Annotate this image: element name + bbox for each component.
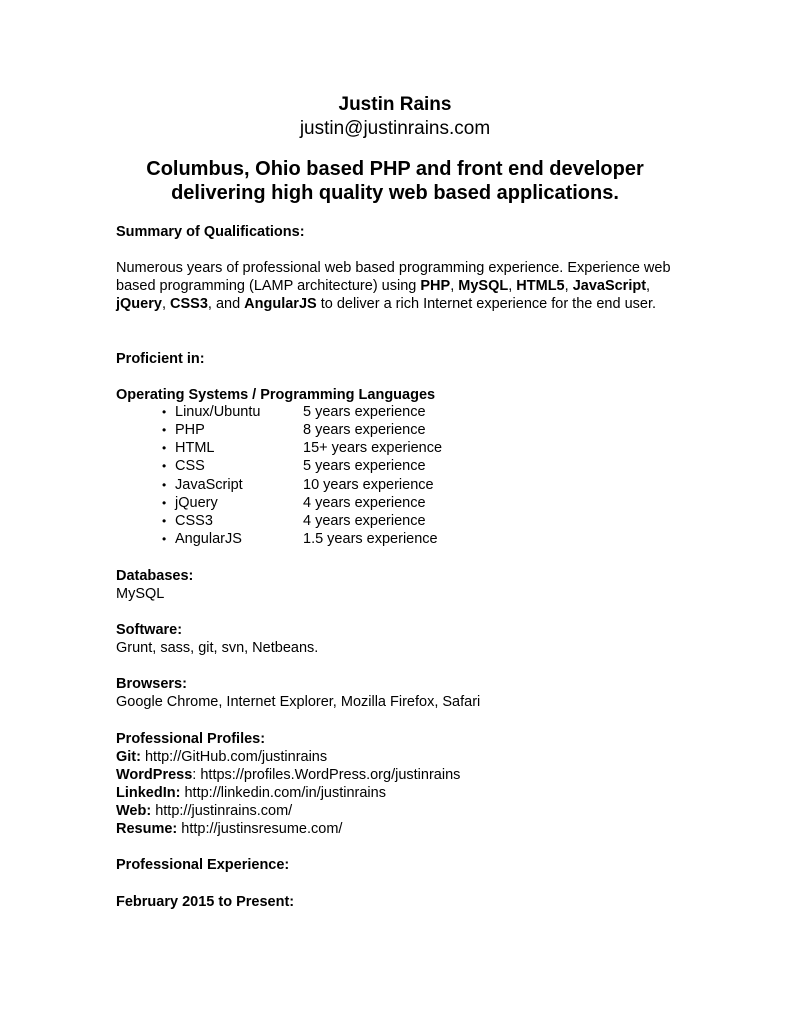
browsers-value: Google Chrome, Internet Explorer, Mozill… (116, 694, 481, 710)
skill-angularjs: AngularJS (244, 296, 317, 312)
tagline: Columbus, Ohio based PHP and front end d… (0, 157, 790, 205)
summary-sep: , (646, 278, 651, 294)
experience-heading: Professional Experience: (116, 857, 290, 873)
skill-name: AngularJS (175, 530, 242, 547)
profile-url[interactable]: http://justinsresume.com/ (177, 821, 342, 837)
databases-value: MySQL (116, 586, 165, 602)
summary-sep: , and (207, 296, 245, 312)
skill-name: PHP (175, 422, 205, 439)
profile-label: Web: (116, 803, 152, 819)
summary-text-2: to deliver a rich Internet experience fo… (316, 296, 657, 312)
skill-experience: 8 years experience (303, 422, 426, 439)
skill-experience: 5 years experience (303, 404, 426, 420)
skill-mysql: MySQL (458, 278, 509, 294)
summary-heading: Summary of Qualifications: (116, 224, 305, 240)
os-languages-heading: Operating Systems / Programming Language… (116, 387, 436, 403)
profile-git: Git: http://GitHub.com/justinrains (116, 748, 676, 766)
skill-name: jQuery (175, 494, 218, 511)
profile-url[interactable]: http://GitHub.com/justinrains (141, 749, 327, 765)
bullet-icon: • (162, 477, 167, 492)
summary-sep: , (564, 278, 573, 294)
proficient-heading: Proficient in: (116, 351, 205, 367)
profile-label: Resume: (116, 821, 178, 837)
profile-web: Web: http://justinrains.com/ (116, 802, 676, 820)
skill-php: PHP (420, 278, 451, 294)
profile-url[interactable]: http://linkedin.com/in/justinrains (180, 785, 386, 801)
tagline-line-2: delivering high quality web based applic… (171, 182, 619, 204)
skill-name: CSS (175, 458, 205, 475)
skill-experience: 5 years experience (303, 458, 426, 475)
skill-name: JavaScript (175, 476, 243, 493)
profile-linkedin: LinkedIn: http://linkedin.com/in/justinr… (116, 784, 676, 802)
profile-wordpress: WordPress: https://profiles.WordPress.or… (116, 766, 676, 784)
software-section: Software: Grunt, sass, git, svn, Netbean… (116, 621, 676, 657)
skill-experience: 4 years experience (303, 494, 426, 511)
bullet-icon: • (162, 423, 167, 438)
email-address: justin@justinrains.com (299, 118, 491, 139)
databases-section: Databases: MySQL (116, 567, 676, 603)
skill-css3: CSS3 (170, 296, 208, 312)
browsers-heading: Browsers: (116, 676, 187, 692)
skill-javascript: JavaScript (572, 278, 647, 294)
skill-experience: 4 years experience (303, 512, 426, 529)
profile-url[interactable]: http://justinrains.com/ (151, 803, 292, 819)
bullet-icon: • (162, 441, 167, 456)
skill-jquery: jQuery (116, 296, 162, 312)
summary-sep: , (161, 296, 170, 312)
bullet-icon: • (162, 495, 167, 510)
profiles-section: Professional Profiles: Git: http://GitHu… (116, 730, 676, 838)
browsers-section: Browsers: Google Chrome, Internet Explor… (116, 675, 676, 711)
skill-experience: 15+ years experience (303, 440, 443, 457)
bullet-icon: • (162, 513, 167, 528)
experience-period: February 2015 to Present: (116, 894, 295, 910)
skill-html5: HTML5 (516, 278, 565, 294)
summary-paragraph: Numerous years of professional web based… (116, 259, 676, 313)
databases-heading: Databases: (116, 568, 194, 584)
skill-experience: 1.5 years experience (303, 530, 438, 547)
profile-resume: Resume: http://justinsresume.com/ (116, 820, 676, 838)
bullet-icon: • (162, 531, 167, 546)
tagline-line-1: Columbus, Ohio based PHP and front end d… (146, 158, 644, 180)
software-heading: Software: (116, 622, 183, 638)
resume-page: Justin Rains justin@justinrains.com Colu… (0, 0, 790, 1024)
profile-label: Git: (116, 749, 141, 765)
profiles-heading: Professional Profiles: (116, 731, 266, 747)
profile-label: WordPress (116, 767, 193, 783)
software-value: Grunt, sass, git, svn, Netbeans. (116, 640, 319, 656)
bullet-icon: • (162, 459, 167, 474)
profile-label: LinkedIn: (116, 785, 181, 801)
skill-name: Linux/Ubuntu (175, 404, 261, 420)
skill-name: HTML (175, 440, 215, 457)
bullet-icon: • (162, 405, 167, 419)
profile-url[interactable]: : https://profiles.WordPress.org/justinr… (192, 767, 460, 783)
skill-experience: 10 years experience (303, 476, 434, 493)
name-heading: Justin Rains (338, 94, 452, 115)
skill-name: CSS3 (175, 512, 213, 529)
